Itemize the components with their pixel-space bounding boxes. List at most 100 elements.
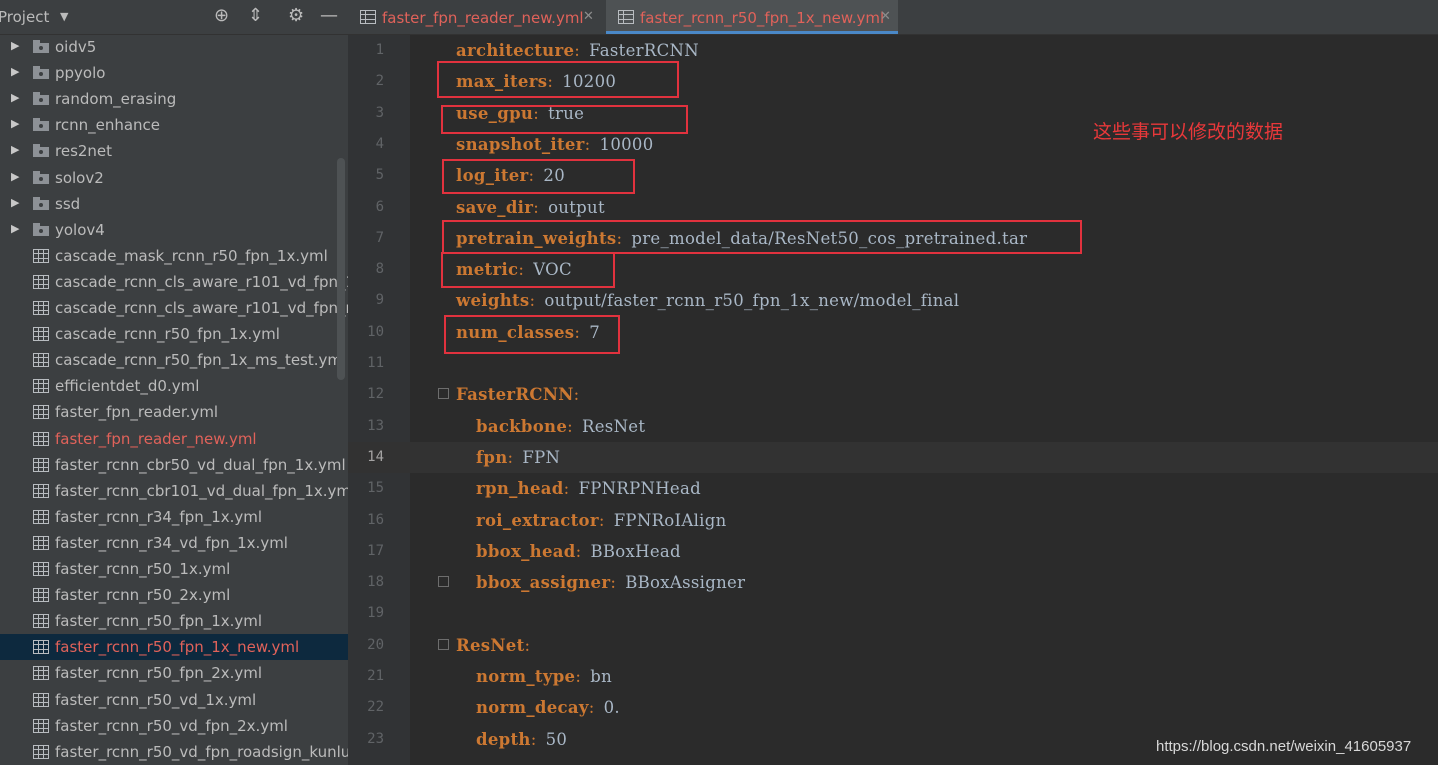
tree-file[interactable]: faster_rcnn_r34_vd_fpn_1x.yml	[0, 530, 348, 556]
tree-file[interactable]: efficientdet_d0.yml	[0, 373, 348, 399]
fold-marker-icon[interactable]	[438, 576, 449, 588]
chevron-right-icon[interactable]: ▶	[11, 117, 19, 130]
tree-file[interactable]: faster_rcnn_r50_fpn_1x_new.yml	[0, 634, 348, 661]
tree-folder[interactable]: ▶ solov2	[0, 165, 348, 191]
tree-folder[interactable]: ▶ res2net	[0, 138, 348, 164]
yaml-key: bbox_assigner	[476, 573, 611, 593]
tree-file[interactable]: faster_rcnn_cbr50_vd_dual_fpn_1x.yml	[0, 452, 348, 478]
line-number: 13	[367, 417, 384, 434]
code-line[interactable]: 20 ResNet:	[348, 630, 1438, 661]
tree-file[interactable]: cascade_rcnn_cls_aware_r101_vd_fpn_1x	[0, 269, 348, 295]
chevron-right-icon[interactable]: ▶	[11, 170, 19, 183]
code-line[interactable]: 21 norm_type: bn	[348, 661, 1438, 692]
tree-file[interactable]: faster_rcnn_r50_1x.yml	[0, 556, 348, 582]
chevron-right-icon[interactable]: ▶	[11, 222, 19, 235]
tree-file[interactable]: faster_fpn_reader_new.yml	[0, 426, 348, 452]
chevron-right-icon[interactable]: ▶	[11, 143, 19, 156]
tab-faster-fpn-reader-new[interactable]: faster_fpn_reader_new.yml ✕	[348, 0, 603, 34]
tree-file[interactable]: faster_rcnn_r50_vd_fpn_2x.yml	[0, 713, 348, 739]
chevron-right-icon[interactable]: ▶	[11, 39, 19, 52]
yaml-file-icon	[33, 718, 49, 733]
tree-item-label: res2net	[55, 142, 113, 161]
tree-scrollbar[interactable]	[337, 158, 345, 380]
tree-file[interactable]: faster_rcnn_r50_fpn_1x.yml	[0, 608, 348, 634]
tree-folder[interactable]: ▶ oidv5	[0, 34, 348, 60]
yaml-file-icon	[33, 640, 49, 655]
yaml-colon: :	[598, 510, 605, 530]
code-line[interactable]: 16 roi_extractor: FPNRoIAlign	[348, 505, 1438, 536]
tree-item-label: faster_rcnn_r34_fpn_1x.yml	[55, 507, 263, 526]
tree-item-label: oidv5	[55, 38, 97, 56]
yaml-colon: :	[529, 291, 536, 311]
fold-marker-icon[interactable]	[438, 638, 449, 650]
line-number: 16	[367, 511, 384, 528]
yaml-file-icon	[33, 744, 49, 759]
yaml-colon: :	[563, 479, 570, 499]
tree-folder[interactable]: ▶ ssd	[0, 191, 348, 217]
tree-item-label: cascade_rcnn_cls_aware_r101_vd_fpn_ms	[55, 299, 348, 317]
tree-file[interactable]: faster_rcnn_r50_vd_fpn_roadsign_kunlun	[0, 739, 348, 765]
locate-icon[interactable]: ⊕	[214, 6, 229, 26]
tree-folder[interactable]: ▶ random_erasing	[0, 86, 348, 112]
tree-file[interactable]: faster_rcnn_cbr101_vd_dual_fpn_1x.yml	[0, 478, 348, 504]
tree-item-label: solov2	[55, 168, 104, 187]
tree-file[interactable]: faster_rcnn_r50_2x.yml	[0, 582, 348, 608]
highlight-box-log-iter	[442, 159, 635, 194]
tree-file[interactable]: faster_rcnn_r50_vd_1x.yml	[0, 687, 348, 713]
code-text: bbox_head: BBoxHead	[476, 542, 681, 561]
tree-file[interactable]: cascade_rcnn_cls_aware_r101_vd_fpn_ms	[0, 295, 348, 321]
code-line[interactable]: 13 backbone: ResNet	[348, 411, 1438, 442]
code-line[interactable]: 6 save_dir: output	[348, 192, 1438, 223]
yaml-file-icon	[33, 379, 49, 394]
chevron-right-icon[interactable]: ▶	[11, 91, 19, 104]
fold-marker-icon[interactable]	[438, 388, 449, 400]
yaml-value: BBoxHead	[590, 541, 681, 561]
line-number: 2	[375, 73, 384, 90]
annotation-note: 这些事可以修改的数据	[1093, 121, 1284, 143]
code-line[interactable]: 12 FasterRCNN:	[348, 379, 1438, 410]
code-line[interactable]: 19	[348, 598, 1438, 629]
chevron-down-icon[interactable]: ▼	[60, 10, 68, 23]
tree-file[interactable]: cascade_mask_rcnn_r50_fpn_1x.yml	[0, 243, 348, 269]
tree-folder[interactable]: ▶ rcnn_enhance	[0, 112, 348, 138]
tab-faster-rcnn-r50-fpn-1x-new[interactable]: faster_rcnn_r50_fpn_1x_new.yml ✕	[606, 0, 898, 34]
yaml-value: bn	[590, 667, 613, 686]
yaml-key: FasterRCNN	[456, 385, 574, 405]
line-number: 4	[375, 135, 384, 152]
yaml-file-icon	[618, 10, 634, 24]
tree-item-label: faster_fpn_reader_new.yml	[55, 429, 257, 448]
chevron-right-icon[interactable]: ▶	[11, 65, 19, 78]
code-line[interactable]: 14 fpn: FPN	[348, 441, 1438, 473]
tree-file[interactable]: faster_rcnn_r50_fpn_2x.yml	[0, 660, 348, 686]
tree-folder[interactable]: ▶ ppyolo	[0, 60, 348, 86]
minimize-icon[interactable]: —	[320, 6, 338, 26]
code-editor[interactable]: 1 architecture: FasterRCNN 2 max_iters: 10200…	[348, 35, 1438, 765]
tree-folder[interactable]: ▶ yolov4	[0, 217, 348, 243]
close-icon[interactable]: ✕	[583, 9, 594, 24]
yaml-file-icon	[33, 301, 49, 315]
tree-file[interactable]: cascade_rcnn_r50_fpn_1x_ms_test.yml	[0, 347, 348, 373]
tree-file[interactable]: cascade_rcnn_r50_fpn_1x.yml	[0, 321, 348, 347]
tree-file[interactable]: faster_rcnn_r34_fpn_1x.yml	[0, 504, 348, 530]
project-view-selector[interactable]: Project	[0, 8, 49, 26]
code-text: weights: output/faster_rcnn_r50_fpn_1x_ne…	[456, 291, 959, 310]
tab-label: faster_fpn_reader_new.yml	[382, 9, 584, 27]
code-line[interactable]: 18 bbox_assigner: BBoxAssigner	[348, 567, 1438, 598]
code-line[interactable]: 9 weights: output/faster_rcnn_r50_fpn_1x_n…	[348, 285, 1438, 316]
yaml-key: snapshot_iter	[456, 134, 585, 154]
tree-file[interactable]: faster_fpn_reader.yml	[0, 399, 348, 425]
collapse-all-icon[interactable]: ⇕	[248, 6, 263, 26]
line-number: 11	[367, 355, 384, 371]
line-number: 21	[367, 668, 384, 684]
tree-item-label: faster_rcnn_r50_vd_fpn_2x.yml	[55, 716, 288, 735]
code-line[interactable]: 22 norm_decay: 0.	[348, 692, 1438, 723]
code-text: architecture: FasterRCNN	[456, 41, 699, 60]
code-line[interactable]: 17 bbox_head: BBoxHead	[348, 536, 1438, 567]
yaml-value: FPNRoIAlign	[613, 510, 727, 530]
gear-icon[interactable]: ⚙	[288, 6, 304, 26]
tree-item-label: ssd	[55, 194, 81, 213]
close-icon[interactable]: ✕	[880, 9, 891, 24]
chevron-right-icon[interactable]: ▶	[11, 196, 19, 209]
code-line[interactable]: 15 rpn_head: FPNRPNHead	[348, 473, 1438, 504]
yaml-value: FPN	[522, 447, 561, 467]
